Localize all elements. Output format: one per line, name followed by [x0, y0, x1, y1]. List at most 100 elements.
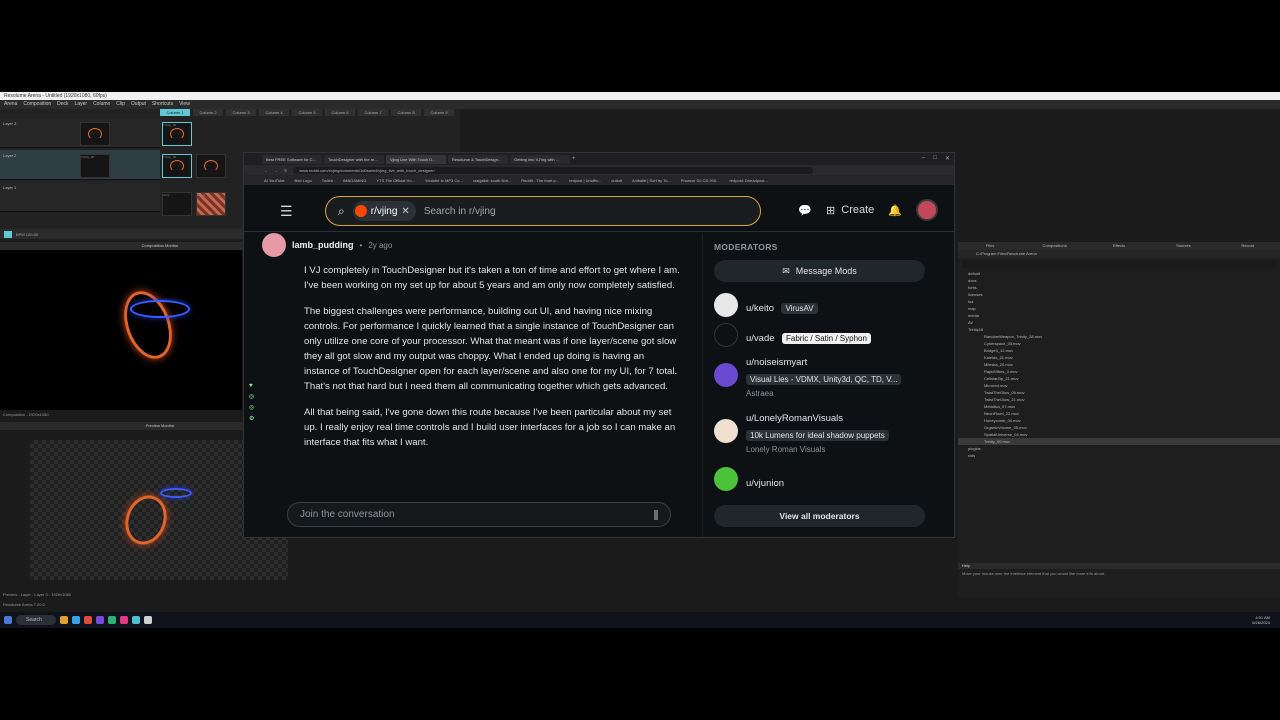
column-header[interactable]: Column 5 — [292, 109, 322, 116]
tree-file[interactable]: RandomWeapon_Trinity_28.mov — [958, 333, 1280, 340]
tree-file[interactable]: CellularZip_21.mov — [958, 375, 1280, 382]
column-header[interactable]: Column 1 — [160, 109, 190, 116]
bookmark-item[interactable]: craigslist: south flori... — [473, 178, 511, 183]
sidebar-icon[interactable]: ♥ — [249, 383, 254, 389]
tree-file[interactable]: Mileska_20.mov — [958, 361, 1280, 368]
bookmark-item[interactable]: Prowcor DJ CD 200... — [681, 178, 720, 183]
tree-file[interactable]: RapidVibes_3.mov — [958, 368, 1280, 375]
layer-row-3[interactable]: Layer 1 — [0, 182, 160, 212]
tab-effects[interactable]: Effects — [1087, 242, 1151, 250]
moderator-item[interactable]: u/vjunion — [714, 467, 784, 491]
app-icon[interactable] — [108, 616, 116, 624]
tree-file[interactable]: Cyberspace_03.mov — [958, 340, 1280, 347]
column-header[interactable]: Column 7 — [358, 109, 388, 116]
menu-output[interactable]: Output — [131, 100, 146, 109]
tree-file[interactable]: Bridge3_12.mov — [958, 347, 1280, 354]
back-icon[interactable]: ← — [264, 168, 268, 173]
bookmark-item[interactable]: YTS The Official Ho... — [376, 178, 415, 183]
clip-thumbnail[interactable] — [196, 154, 226, 178]
clip-thumbnail[interactable]: emiy — [162, 192, 192, 216]
create-button[interactable]: ⊞ Create — [826, 204, 874, 217]
clip-thumbnail[interactable]: empty — [196, 192, 226, 216]
tree-folder[interactable]: Trinity18 — [958, 326, 1280, 333]
chrome-icon[interactable] — [84, 616, 92, 624]
maximize-icon[interactable]: □ — [933, 155, 937, 162]
browser-tab[interactable]: Best FREE Software for C... — [262, 154, 322, 164]
menu-composition[interactable]: Composition — [23, 100, 51, 109]
browser-tab[interactable]: TouchDesigner with the re... — [324, 154, 384, 164]
reload-icon[interactable]: ↻ — [284, 168, 287, 173]
tree-folder[interactable]: media — [958, 312, 1280, 319]
tab-compositions[interactable]: Compositions — [1022, 242, 1086, 250]
column-header[interactable]: Column 2 — [193, 109, 223, 116]
tree-folder[interactable]: map — [958, 305, 1280, 312]
windows-start-icon[interactable] — [4, 616, 12, 624]
avatar[interactable] — [262, 233, 286, 257]
menu-column[interactable]: Column — [93, 100, 110, 109]
bpm-readout[interactable]: BPM 120.00 — [16, 232, 38, 237]
tree-file[interactable]: OrganicVolume_05.mov — [958, 424, 1280, 431]
url-input[interactable]: www.reddit.com/r/vjing/comments/1d0swm4/… — [293, 166, 814, 174]
menu-deck[interactable]: Deck — [57, 100, 68, 109]
bookmark-item[interactable]: AI YouTube — [264, 178, 285, 183]
moderator-item[interactable]: u/noiseismyart Visual Lies - VDMX, Unity… — [714, 357, 902, 398]
files-search-input[interactable] — [962, 260, 1276, 268]
tab-record[interactable]: Record — [1216, 242, 1280, 250]
view-all-moderators-button[interactable]: View all moderators — [714, 505, 925, 527]
browser-tab[interactable]: Getting into VJ'ing with ... — [510, 154, 570, 164]
clip-thumbnail[interactable]: Trinity_00 — [162, 154, 192, 178]
message-mods-button[interactable]: ✉ Message Mods — [714, 260, 925, 282]
menu-arena[interactable]: Arena — [4, 100, 17, 109]
bookmark-item[interactable]: cutsdt — [611, 178, 622, 183]
column-header[interactable]: Column 3 — [226, 109, 256, 116]
sidebar-icon[interactable]: ◎ — [249, 404, 254, 411]
tree-file[interactable]: TwistTheGlow_06.mov — [958, 389, 1280, 396]
column-header[interactable]: Column 8 — [391, 109, 421, 116]
column-header[interactable]: Column 4 — [259, 109, 289, 116]
subreddit-filter-chip[interactable]: r/vjing ✕ — [352, 201, 416, 221]
moderator-item[interactable]: u/keito VirusAV — [714, 293, 818, 317]
menu-shortcuts[interactable]: Shortcuts — [152, 100, 173, 109]
edge-icon[interactable] — [72, 616, 80, 624]
taskbar-clock[interactable]: 4:01 AM 6/26/2024 — [1252, 615, 1270, 625]
browser-tab[interactable]: Resolume & TouchDesign... — [448, 154, 508, 164]
bookmark-item[interactable]: redpost | Unoffic... — [569, 178, 601, 183]
tree-folder[interactable]: AV — [958, 319, 1280, 326]
menu-view[interactable]: View — [179, 100, 190, 109]
tree-folder[interactable]: vids — [958, 452, 1280, 459]
bookmark-item[interactable]: Anibalitt | Sort by To... — [632, 178, 671, 183]
moderator-item[interactable]: u/LonelyRomanVisuals 10k Lumens for idea… — [714, 413, 889, 454]
play-icon[interactable] — [4, 230, 12, 238]
minimize-icon[interactable]: – — [922, 155, 925, 162]
new-tab-icon[interactable]: + — [572, 156, 580, 162]
menu-icon[interactable]: ☰ — [280, 203, 293, 220]
tree-folder[interactable]: docs — [958, 277, 1280, 284]
menu-layer[interactable]: Layer — [75, 100, 88, 109]
tree-folder[interactable]: lua — [958, 298, 1280, 305]
browser-tab-active[interactable]: Vjing Live With Touch D... — [386, 154, 446, 164]
tree-file[interactable]: NeonFlood_22.mov — [958, 410, 1280, 417]
clip-thumbnail[interactable]: Trinity_00 — [80, 154, 110, 178]
tree-file[interactable]: Kaleido_21.mov — [958, 354, 1280, 361]
tree-folder[interactable]: default — [958, 270, 1280, 277]
sidebar-icon[interactable]: ⚙ — [249, 415, 254, 422]
tree-folder[interactable]: fonts — [958, 284, 1280, 291]
clear-filter-icon[interactable]: ✕ — [401, 206, 409, 217]
resolume-icon[interactable] — [120, 616, 128, 624]
files-path[interactable]: C:\Program Files\Resolume Arena — [958, 250, 1280, 258]
user-avatar[interactable] — [916, 199, 938, 221]
bookmark-item[interactable]: Youtube to MP3 Co... — [425, 178, 463, 183]
column-header[interactable]: Column 9 — [424, 109, 454, 116]
file-explorer-icon[interactable] — [60, 616, 68, 624]
app-icon[interactable] — [144, 616, 152, 624]
clip-thumbnail[interactable] — [80, 122, 110, 146]
close-icon[interactable]: ✕ — [945, 155, 950, 162]
clip-thumbnail[interactable]: Trinity_00 — [162, 122, 192, 146]
column-header[interactable]: Column 6 — [325, 109, 355, 116]
bookmark-item[interactable]: Reddit - The front p... — [521, 178, 559, 183]
comment-username[interactable]: lamb_pudding — [292, 240, 354, 250]
tree-folder[interactable]: licenses — [958, 291, 1280, 298]
forward-icon[interactable]: → — [274, 168, 278, 173]
notification-bell-icon[interactable]: 🔔 — [888, 204, 902, 217]
tree-file[interactable]: Trinity_00.mov — [958, 438, 1280, 445]
